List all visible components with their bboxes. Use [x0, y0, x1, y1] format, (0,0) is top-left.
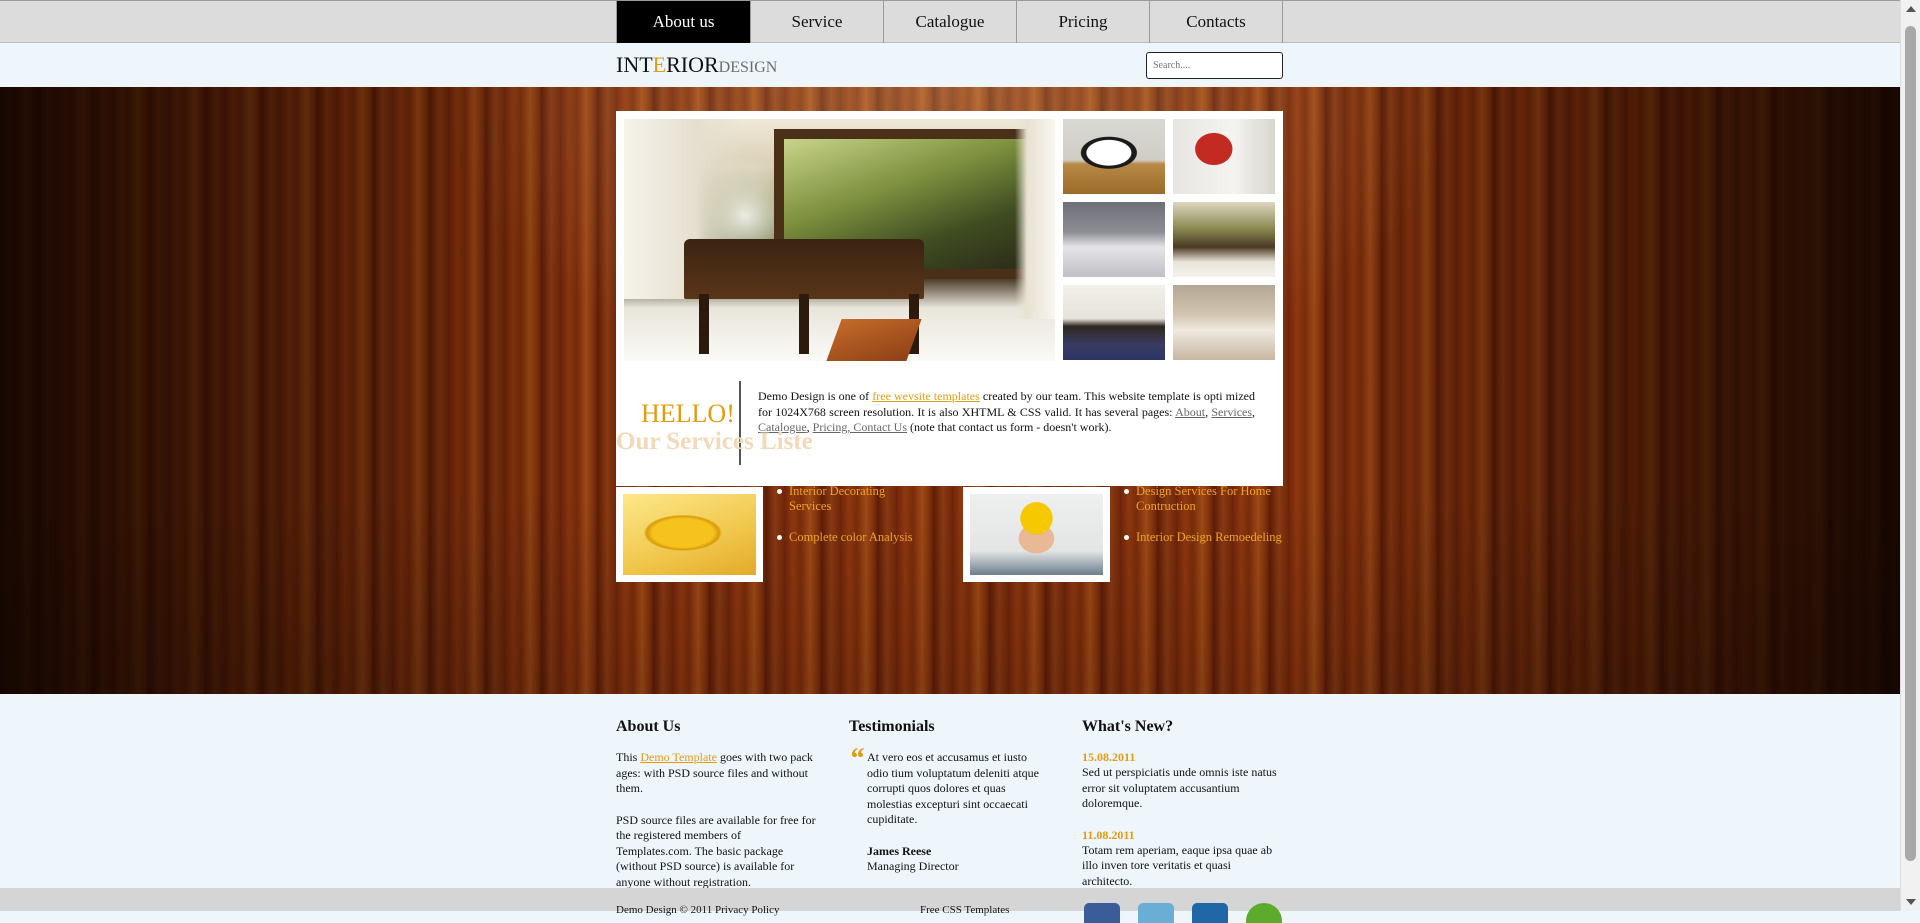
nav-tabs: About us Service Catalogue Pricing Conta…: [616, 1, 1283, 43]
scroll-up-arrow-icon[interactable]: [1906, 6, 1916, 12]
site-header: INTERIORDESIGN: [0, 43, 1900, 87]
scrollbar-thumb[interactable]: [1905, 26, 1916, 861]
footer: About Us This Demo Template goes with tw…: [0, 694, 1900, 894]
service-image-worker[interactable]: [963, 487, 1110, 582]
footer-about-text-2: PSD source files are available for free …: [616, 812, 816, 889]
logo-text-rior: RIOR: [666, 52, 719, 77]
site-logo[interactable]: INTERIORDESIGN: [616, 52, 777, 78]
news-text: Sed ut perspiciatis unde omnis iste natu…: [1082, 765, 1277, 810]
thumbnail-bathroom[interactable]: [1173, 285, 1275, 360]
thumbnail-daybed[interactable]: [1173, 202, 1275, 277]
logo-text-design: DESIGN: [718, 59, 778, 76]
page-link-contact-us-label: Contact Us: [853, 420, 907, 434]
linkedin-icon[interactable]: [1192, 903, 1228, 923]
free-templates-link[interactable]: free wevsite templates: [872, 389, 980, 403]
thumbnail-lounge-chair[interactable]: [1063, 119, 1165, 194]
page-link-about[interactable]: About: [1175, 405, 1205, 419]
services-list-2: Design Services For Home Contruction Int…: [1124, 484, 1284, 561]
top-navigation: About us Service Catalogue Pricing Conta…: [0, 0, 1900, 43]
footer-about-text: This Demo Template goes with two pack ag…: [616, 750, 818, 797]
demo-template-link[interactable]: Demo Template: [640, 750, 717, 764]
bottom-bar: Demo Design © 2011 Privacy Policy Free C…: [0, 888, 1900, 923]
footer-whats-new: What's New? 15.08.2011 Sed ut perspiciat…: [1082, 718, 1284, 889]
photo-daybed-leg: [699, 294, 709, 354]
footer-about-title: About Us: [616, 718, 681, 735]
logo-text-e: E: [652, 52, 667, 77]
copyright-text: Demo Design © 2011 Privacy Policy: [616, 904, 780, 916]
testimonial-text: At vero eos et accusamus et iusto odio t…: [867, 750, 1039, 826]
intro-text: (note that contact us form - doesn't wor…: [907, 420, 1112, 434]
facebook-icon[interactable]: [1084, 903, 1120, 923]
tab-pricing[interactable]: Pricing: [1017, 1, 1150, 43]
news-date: 11.08.2011: [1082, 827, 1135, 842]
rss-icon[interactable]: [1246, 903, 1282, 923]
thumbnail-living-room[interactable]: [1063, 285, 1165, 360]
news-date: 15.08.2011: [1082, 750, 1136, 764]
photo-curtain-right: [1015, 119, 1055, 319]
photo-floor-tile: [826, 319, 922, 361]
thumbnail-bedroom[interactable]: [1063, 202, 1165, 277]
intro-row: HELLO! Demo Design is one of free wevsit…: [616, 381, 1283, 471]
footer-about-text-start: This: [616, 750, 641, 764]
services-title: Our Services Liste: [616, 428, 813, 455]
intro-text: Demo Design is one of: [758, 389, 873, 403]
service-item[interactable]: Design Services For Home Contruction: [1124, 484, 1284, 514]
tab-about-us[interactable]: About us: [616, 1, 751, 43]
service-item[interactable]: Complete color Analysis: [777, 530, 927, 545]
testimonial-quote: “ At vero eos et accusamus et iusto odio…: [849, 744, 1051, 875]
photo-daybed: [684, 239, 924, 299]
thumbnail-red-chair[interactable]: [1173, 119, 1275, 194]
page-link-contact-us[interactable]: , Contact Us: [847, 420, 907, 434]
page-link-services[interactable]: Services: [1211, 405, 1252, 419]
testimonial-author: James Reese: [867, 843, 932, 858]
footer-testimonials-title: Testimonials: [849, 718, 935, 735]
service-item[interactable]: Interior Design Remoedeling: [1124, 530, 1284, 545]
quote-icon: “: [849, 742, 864, 775]
services-list-1: Interior Decorating Services Complete co…: [777, 484, 927, 561]
wood-background-section: HELLO! Demo Design is one of free wevsit…: [0, 87, 1900, 694]
worker-picture: [970, 494, 1103, 575]
service-item[interactable]: Interior Decorating Services: [777, 484, 927, 514]
search-input[interactable]: [1146, 52, 1283, 79]
footer-links[interactable]: Free CSS Templates: [920, 904, 1009, 916]
service-image-paint-roller[interactable]: [616, 487, 763, 582]
tab-catalogue[interactable]: Catalogue: [884, 1, 1017, 43]
photo-daybed-leg: [799, 294, 809, 354]
page-link-pricing[interactable]: Pricing: [813, 420, 848, 434]
footer-testimonials: Testimonials “ At vero eos et accusamus …: [849, 718, 1051, 875]
tab-service[interactable]: Service: [751, 1, 884, 43]
floor-shading: [0, 494, 1900, 694]
news-text: Totam rem aperiam, eaque ipsa quae ab il…: [1082, 842, 1273, 888]
testimonial-role: Managing Director: [867, 859, 959, 873]
intro-paragraph: Demo Design is one of free wevsite templ…: [758, 389, 1256, 434]
scroll-down-arrow-icon[interactable]: [1906, 899, 1916, 905]
footer-about: About Us This Demo Template goes with tw…: [616, 718, 818, 890]
logo-text-int: INT: [616, 52, 653, 77]
twitter-icon[interactable]: [1138, 903, 1174, 923]
main-interior-photo: [624, 119, 1055, 361]
paint-roller-picture: [623, 494, 756, 575]
vertical-scrollbar[interactable]: [1900, 0, 1920, 911]
footer-news-title: What's New?: [1082, 718, 1174, 735]
hello-heading: HELLO!: [641, 399, 735, 428]
tab-contacts[interactable]: Contacts: [1150, 1, 1283, 43]
